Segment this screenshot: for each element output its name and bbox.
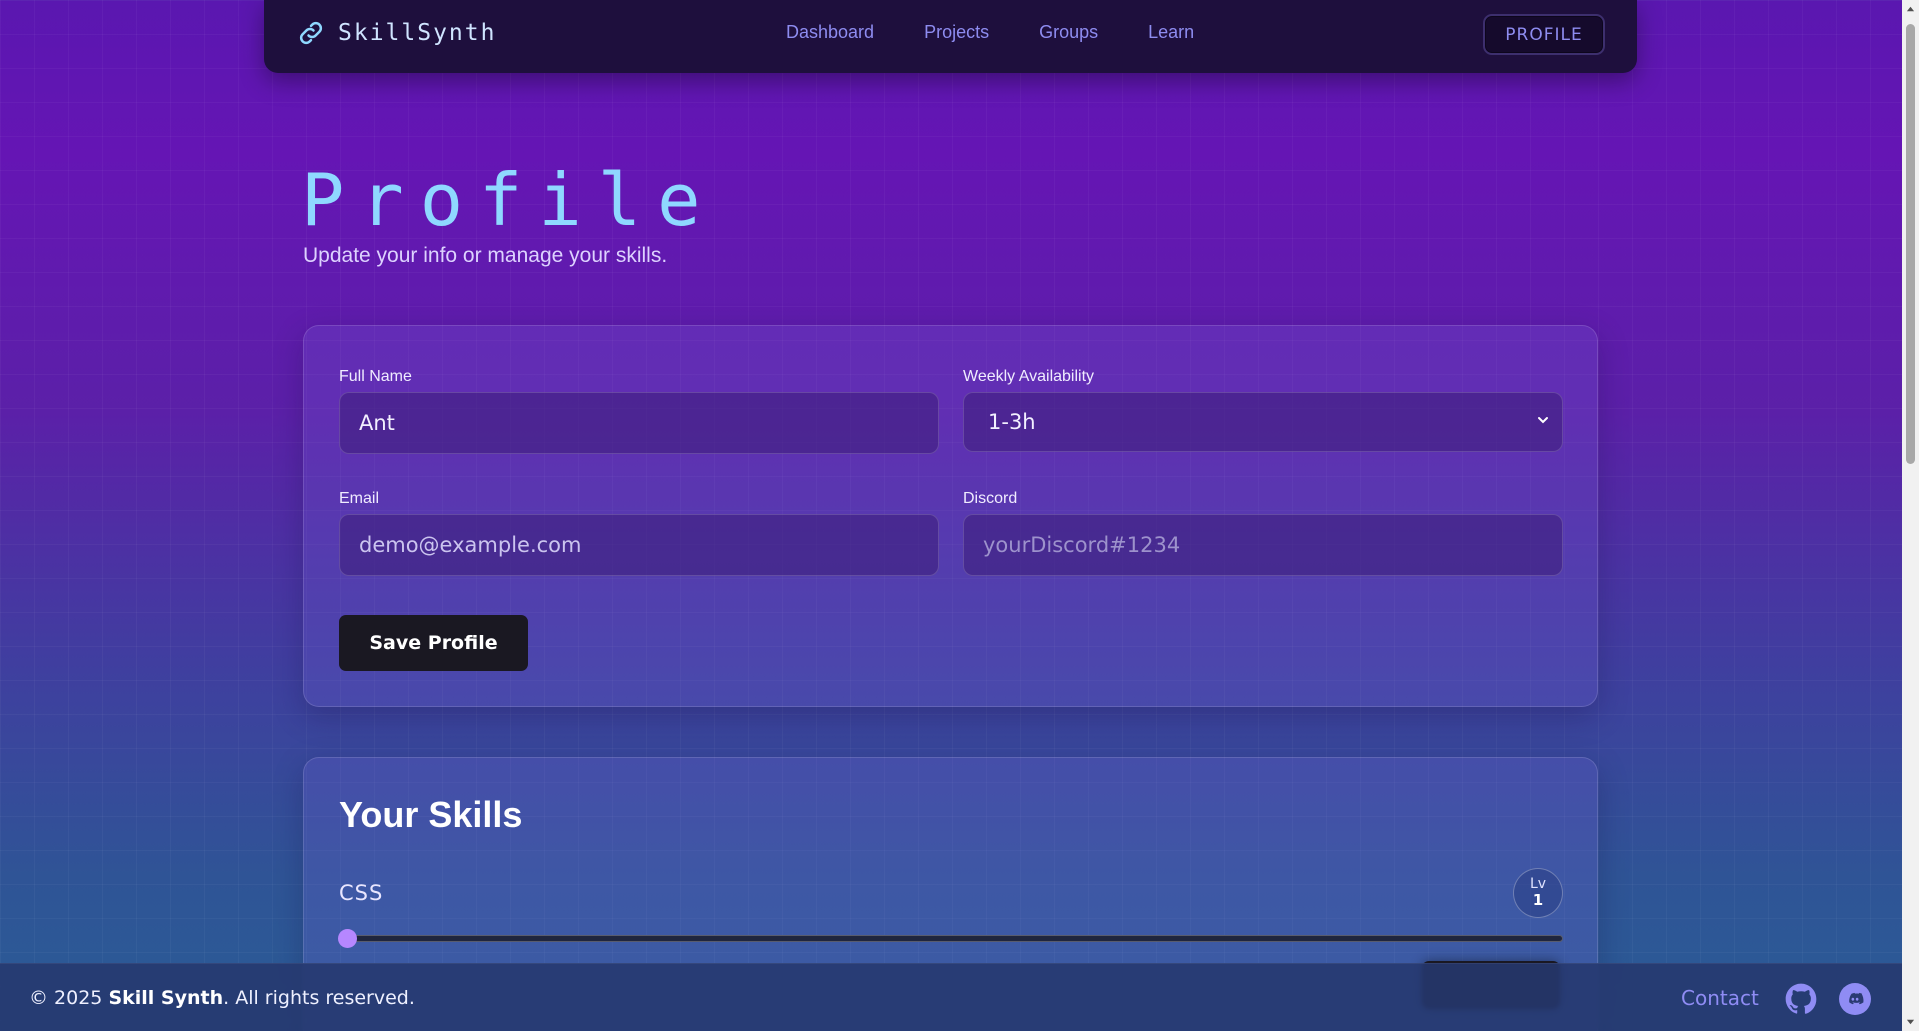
profile-button[interactable]: PROFILE — [1483, 14, 1605, 55]
nav-link-learn[interactable]: Learn — [1148, 22, 1194, 43]
copyright-suffix: . All rights reserved. — [223, 987, 415, 1009]
email-input[interactable] — [339, 514, 939, 576]
profile-card: Full Name Weekly Availability 1-3h Email… — [303, 325, 1598, 707]
brand[interactable]: SkillSynth — [296, 18, 496, 48]
nav-link-dashboard[interactable]: Dashboard — [786, 22, 874, 43]
scroll-up-arrow-icon[interactable] — [1906, 5, 1915, 14]
brand-name: SkillSynth — [338, 20, 497, 46]
nav-link-projects[interactable]: Projects — [924, 22, 989, 43]
availability-value: 1-3h — [988, 410, 1036, 434]
discord-icon[interactable] — [1839, 983, 1871, 1015]
save-profile-button[interactable]: Save Profile — [339, 615, 528, 671]
level-prefix: Lv — [1529, 876, 1547, 893]
copyright: © 2025 Skill Synth. All rights reserved. — [29, 987, 415, 1009]
link-icon — [299, 21, 323, 45]
skill-level-badge: Lv 1 — [1513, 868, 1563, 918]
email-label: Email — [339, 490, 380, 507]
level-value: 1 — [1532, 891, 1544, 910]
discord-input[interactable] — [963, 514, 1563, 576]
full-name-label: Full Name — [339, 368, 412, 385]
nav-link-groups[interactable]: Groups — [1039, 22, 1098, 43]
skills-title: Your Skills — [339, 794, 523, 835]
footer: © 2025 Skill Synth. All rights reserved.… — [0, 963, 1902, 1031]
chevron-down-icon — [1538, 417, 1548, 424]
skill-name: CSS — [339, 881, 384, 905]
scroll-thumb[interactable] — [1906, 24, 1915, 464]
full-name-input[interactable] — [339, 392, 939, 454]
availability-label: Weekly Availability — [963, 368, 1095, 385]
top-navbar: SkillSynth Dashboard Projects Groups Lea… — [264, 0, 1637, 73]
nav-links: Dashboard Projects Groups Learn — [786, 22, 1194, 43]
page-title: Profile — [301, 158, 717, 242]
slider-thumb[interactable] — [338, 929, 357, 948]
copyright-prefix: © 2025 — [29, 987, 109, 1009]
page-scrollbar[interactable] — [1902, 0, 1919, 1031]
scroll-down-arrow-icon[interactable] — [1906, 1017, 1915, 1026]
copyright-brand: Skill Synth — [108, 987, 224, 1009]
skill-level-slider[interactable] — [338, 929, 1563, 948]
availability-select[interactable]: 1-3h — [963, 392, 1563, 452]
page-subtitle: Update your info or manage your skills. — [303, 244, 668, 267]
github-icon[interactable] — [1785, 983, 1817, 1015]
discord-label: Discord — [963, 490, 1018, 507]
contact-link[interactable]: Contact — [1681, 986, 1759, 1010]
